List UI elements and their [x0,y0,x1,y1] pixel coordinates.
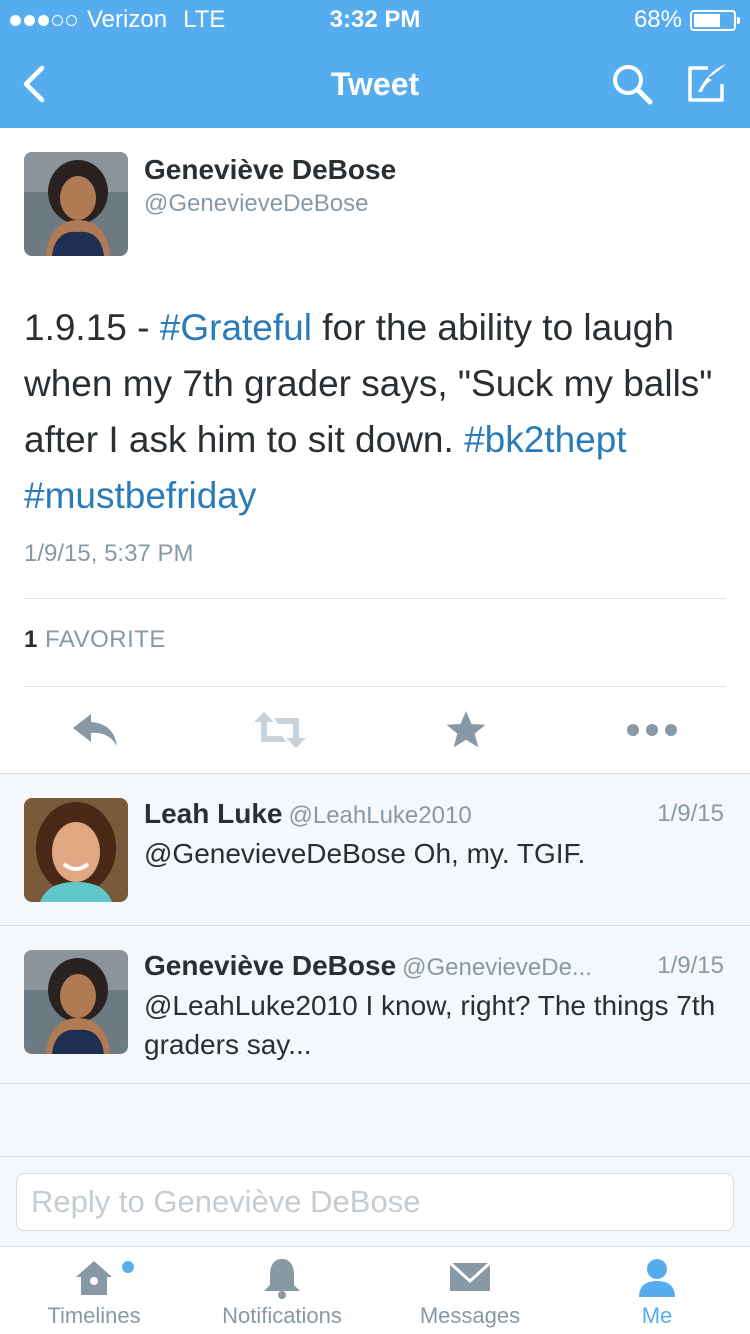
favorite-label: FAVORITE [45,626,166,653]
search-button[interactable] [610,62,656,108]
reply-author: Leah Luke @LeahLuke2010 [144,798,472,830]
author-handle[interactable]: @GenevieveDeBose [144,190,368,218]
author-name[interactable]: Geneviève DeBose [144,154,396,186]
reply-input[interactable] [16,1173,734,1231]
compose-icon [688,64,726,102]
hashtag-link[interactable]: #bk2thept [464,419,627,460]
battery-indicator: 68% [633,6,740,34]
reply-avatar[interactable] [24,950,128,1054]
tweet-text: 1.9.15 - #Grateful for the ability to la… [24,300,730,524]
tab-messages[interactable]: Messages [376,1247,564,1334]
retweet-icon [254,712,306,748]
reply-text: @GenevieveDeBose Oh, my. TGIF. [144,838,586,869]
reply-tweet[interactable]: Geneviève DeBose @GenevieveDe... 1/9/15 @… [0,926,750,1084]
more-icon [627,724,677,736]
tweet-detail: Geneviève DeBose @GenevieveDeBose 1.9.15… [0,128,750,774]
new-content-dot [122,1261,134,1273]
favorite-button[interactable] [444,708,488,752]
reply-tweet[interactable]: Leah Luke @LeahLuke2010 1/9/15 @Genevieve… [0,774,750,926]
tab-label: Notifications [222,1303,342,1328]
favorite-count-number: 1 [24,626,38,653]
tweet-text-part: 1.9.15 - [24,307,160,348]
envelope-icon [448,1261,492,1291]
reply-author-handle[interactable]: @GenevieveDe... [402,954,592,981]
search-icon [613,65,653,105]
reply-icon [73,714,117,746]
divider [24,598,726,599]
reply-author-handle[interactable]: @LeahLuke2010 [288,802,471,829]
tab-label: Timelines [47,1303,141,1328]
header: Verizon LTE 3:32 PM 68% Tweet [0,0,750,128]
person-icon [639,1259,675,1297]
tab-me[interactable]: Me [564,1247,750,1334]
tab-label: Messages [419,1303,521,1328]
author-avatar[interactable] [24,152,128,256]
reply-date: 1/9/15 [657,800,724,827]
hashtag-link[interactable]: #Grateful [160,307,312,348]
tab-timelines[interactable]: Timelines [0,1247,188,1334]
favorites-count[interactable]: 1 FAVORITE [24,626,166,654]
tab-notifications[interactable]: Notifications [188,1247,376,1334]
tweet-timestamp: 1/9/15, 5:37 PM [24,540,194,567]
home-icon [76,1261,112,1295]
divider [24,686,726,687]
reply-author-name[interactable]: Leah Luke [144,798,282,829]
tab-label: Me [641,1303,673,1328]
reply-text: @LeahLuke2010 I know, right? The things … [144,990,716,1060]
compose-button[interactable] [682,60,730,108]
retweet-button[interactable] [252,708,308,752]
tab-bar: Timelines Notifications Messages Me [0,1246,750,1334]
reply-button[interactable] [70,708,120,752]
reply-composer [0,1156,750,1246]
hashtag-link[interactable]: #mustbefriday [24,475,256,516]
reply-date: 1/9/15 [657,952,724,979]
battery-icon [690,9,740,31]
reply-author: Geneviève DeBose @GenevieveDe... [144,950,592,982]
bell-icon [264,1259,300,1299]
status-bar: Verizon LTE 3:32 PM 68% [0,0,750,40]
more-button[interactable] [626,708,678,752]
star-icon [446,711,486,748]
battery-percent: 68% [633,6,682,33]
navigation-bar: Tweet [0,40,750,128]
reply-avatar[interactable] [24,798,128,902]
reply-author-name[interactable]: Geneviève DeBose [144,950,396,981]
